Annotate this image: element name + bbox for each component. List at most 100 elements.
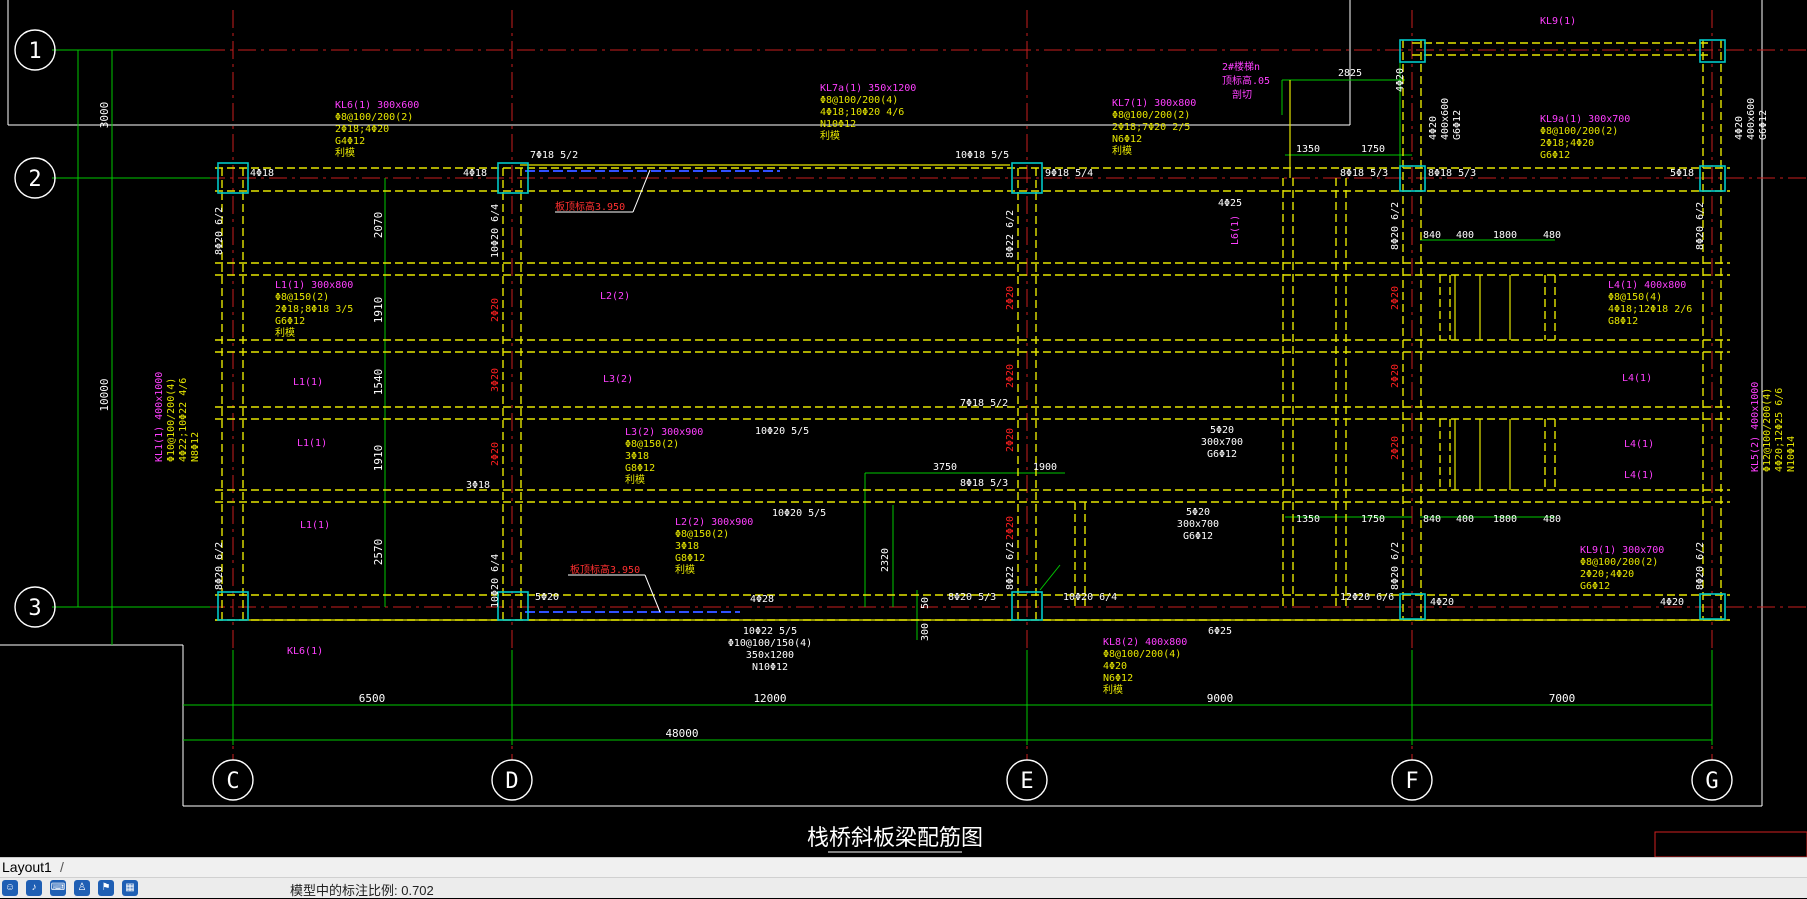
dimension-text: 1350 — [1296, 514, 1320, 525]
svg-text:KL6(1) 300x600: KL6(1) 300x600 — [335, 100, 419, 111]
svg-text:利模: 利模 — [1112, 145, 1132, 157]
svg-text:400x600: 400x600 — [1440, 98, 1451, 140]
svg-text:N6Φ12: N6Φ12 — [1112, 134, 1142, 145]
layout-tab-bar: Layout1 / — [0, 857, 1807, 878]
svg-text:10Φ22 5/5: 10Φ22 5/5 — [743, 626, 797, 637]
dimension-text: 1900 — [1033, 462, 1057, 473]
rebar-text: 9Φ18 5/4 — [1045, 168, 1093, 179]
frame — [0, 0, 1807, 857]
svg-text:利模: 利模 — [820, 130, 840, 142]
label-top-note: 2#楼梯n 顶标高.05 剖切 — [1222, 60, 1270, 101]
rebar-text: 8Φ20 5/3 — [948, 592, 996, 603]
rebar-text: 4Φ20 — [1660, 597, 1684, 608]
rebar-text: 7Φ18 5/2 — [530, 150, 578, 161]
tab-separator: / — [60, 859, 64, 875]
svg-text:350x1200: 350x1200 — [746, 650, 794, 661]
rebar-text: 4Φ28 — [750, 594, 774, 605]
axis-label: F — [1405, 769, 1418, 794]
beam-label: L4(1) — [1624, 470, 1654, 481]
svg-text:4Φ22;10Φ22 4/6: 4Φ22;10Φ22 4/6 — [178, 378, 189, 462]
label-l4-1: L4(1) 400x800 Φ8@150(4) 4Φ18;12Φ18 2/6 G… — [1608, 280, 1692, 327]
svg-text:2Φ20: 2Φ20 — [1005, 364, 1016, 388]
slab-elevation-note: 板顶标高3.950 — [570, 563, 640, 576]
label-right-col-top: 4Φ20 400x600 G6Φ12 — [1734, 98, 1769, 140]
user-icon[interactable]: ☺ — [2, 880, 18, 896]
cad-drawing-canvas[interactable]: 1 2 3 C D E F G 6500 12000 9000 7000 480… — [0, 0, 1807, 857]
dimension-text: 2320 — [880, 548, 891, 572]
svg-text:G6Φ12: G6Φ12 — [1758, 110, 1769, 140]
svg-text:剖切: 剖切 — [1232, 88, 1252, 101]
svg-text:2Φ20: 2Φ20 — [1390, 286, 1401, 310]
svg-text:Φ8@100/200(2): Φ8@100/200(2) — [1580, 557, 1658, 568]
svg-text:KL9a(1) 300x700: KL9a(1) 300x700 — [1540, 114, 1630, 125]
svg-text:300x700: 300x700 — [1201, 437, 1243, 448]
label-kl7a: KL7a(1) 350x1200 Φ8@100/200(4) 4Φ18;10Φ2… — [820, 83, 916, 142]
svg-text:2Φ18;4Φ20: 2Φ18;4Φ20 — [335, 124, 389, 135]
svg-text:KL1(1) 400x1000: KL1(1) 400x1000 — [154, 372, 165, 462]
axis-label: C — [226, 769, 239, 794]
slab-edge — [525, 170, 780, 613]
rebar-text: 8Φ18 5/3 — [960, 478, 1008, 489]
svg-text:5Φ20: 5Φ20 — [1186, 507, 1210, 518]
person-icon[interactable]: ♙ — [74, 880, 90, 896]
rebar-text: 4Φ18 — [463, 168, 487, 179]
column-rebar-text: 8Φ20 6/2 — [214, 207, 225, 255]
rebar-text: 4Φ20 — [1395, 68, 1406, 92]
rebar-text: 4Φ20 — [1430, 597, 1454, 608]
svg-text:2Φ18;4Φ20: 2Φ18;4Φ20 — [1540, 138, 1594, 149]
dimension-text: 2825 — [1338, 68, 1362, 79]
dimension-text: 1800 — [1493, 514, 1517, 525]
label-mid-center2: 5Φ20 300x700 G6Φ12 — [1177, 507, 1219, 542]
dimension-text: 840 — [1423, 230, 1441, 241]
status-icons: ☺ ♪ ⌨ ♙ ⚑ ▦ — [2, 880, 138, 896]
beam-label: L4(1) — [1622, 373, 1652, 384]
svg-text:利模: 利模 — [675, 564, 695, 576]
label-kl9a: KL9a(1) 300x700 Φ8@100/200(2) 2Φ18;4Φ20 … — [1540, 114, 1630, 161]
shirt-icon[interactable]: ⚑ — [98, 880, 114, 896]
beam-label: L1(1) — [297, 438, 327, 449]
rebar-text: 10Φ20 6/4 — [1063, 592, 1117, 603]
svg-text:3Φ18: 3Φ18 — [675, 541, 699, 552]
keyboard-icon[interactable]: ⌨ — [50, 880, 66, 896]
label-kl8: KL8(2) 400x800 Φ8@100/200(4) 4Φ20 N6Φ12 … — [1103, 637, 1187, 696]
axis-label: 2 — [28, 167, 41, 192]
axis-label: G — [1705, 769, 1718, 794]
axis-label: 3 — [28, 596, 41, 621]
axis-bubbles — [14, 29, 1733, 801]
svg-text:Φ8@150(2): Φ8@150(2) — [625, 439, 679, 450]
dimension-text: 9000 — [1207, 692, 1234, 705]
svg-text:KL7a(1) 350x1200: KL7a(1) 350x1200 — [820, 83, 916, 94]
beam-label: L1(1) — [300, 520, 330, 531]
label-kl6-1: KL6(1) 300x600 Φ8@100/200(2) 2Φ18;4Φ20 G… — [335, 100, 419, 159]
dimension-text: 1910 — [372, 297, 385, 324]
svg-text:利模: 利模 — [1103, 684, 1123, 696]
axis-label: E — [1020, 769, 1033, 794]
svg-text:N6Φ12: N6Φ12 — [1103, 673, 1133, 684]
svg-text:KL9(1) 300x700: KL9(1) 300x700 — [1580, 545, 1664, 556]
grid-icon[interactable]: ▦ — [122, 880, 138, 896]
beam-label: L4(1) — [1624, 439, 1654, 450]
dimension-text: 1750 — [1361, 514, 1385, 525]
tab-layout1[interactable]: Layout1 — [2, 859, 52, 875]
dimension-text: 3750 — [933, 462, 957, 473]
label-right-col: 4Φ20 400x600 G6Φ12 — [1428, 98, 1463, 140]
dimension-text: 2570 — [372, 539, 385, 566]
microphone-icon[interactable]: ♪ — [26, 880, 42, 896]
svg-text:4Φ20: 4Φ20 — [1103, 661, 1127, 672]
dimension-text: 1540 — [372, 369, 385, 396]
svg-text:2Φ20: 2Φ20 — [1005, 286, 1016, 310]
dimension-text: 400 — [1456, 230, 1474, 241]
svg-text:G4Φ12: G4Φ12 — [335, 136, 365, 147]
svg-text:Φ10@100/200(4): Φ10@100/200(4) — [166, 378, 177, 462]
svg-text:4Φ20: 4Φ20 — [1428, 116, 1439, 140]
svg-text:利模: 利模 — [275, 327, 295, 339]
beam-label: KL6(1) — [287, 646, 323, 657]
dimension-text: 480 — [1543, 514, 1561, 525]
svg-text:400x600: 400x600 — [1746, 98, 1757, 140]
svg-text:2Φ18;7Φ20 2/5: 2Φ18;7Φ20 2/5 — [1112, 122, 1190, 133]
svg-text:2Φ20: 2Φ20 — [490, 442, 501, 466]
svg-text:N8Φ12: N8Φ12 — [190, 432, 201, 462]
svg-text:N10Φ14: N10Φ14 — [1786, 436, 1797, 472]
svg-text:L3(2) 300x900: L3(2) 300x900 — [625, 427, 703, 438]
svg-text:G6Φ12: G6Φ12 — [1183, 531, 1213, 542]
